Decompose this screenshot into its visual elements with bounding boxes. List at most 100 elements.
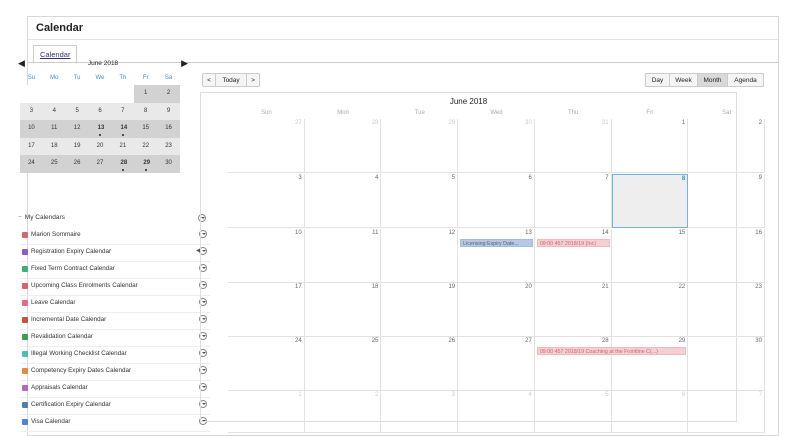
mini-day[interactable]: 8 (134, 103, 157, 121)
calendar-event[interactable]: Licensing Expiry Date... (460, 239, 533, 247)
day-cell[interactable]: 9 (688, 174, 765, 228)
mini-day[interactable]: 25 (42, 155, 66, 173)
mini-day[interactable]: 12 (65, 120, 89, 138)
day-cell[interactable]: 2 (304, 391, 382, 433)
day-cell[interactable]: 2 (688, 119, 765, 173)
view-week-button[interactable]: Week (669, 73, 698, 87)
mini-day[interactable]: 5 (66, 103, 89, 121)
mini-day[interactable]: 21 (111, 138, 134, 156)
mini-day[interactable]: 1 (134, 85, 158, 103)
day-cell[interactable]: 27 (458, 337, 535, 391)
next-period-button[interactable]: > (246, 73, 260, 87)
mini-day[interactable]: 29 (134, 155, 158, 173)
mini-day[interactable]: 6 (89, 103, 112, 121)
view-day-button[interactable]: Day (645, 73, 670, 87)
mini-next-month-icon[interactable]: ▶ (181, 58, 188, 69)
day-cell[interactable]: 30 (688, 337, 765, 391)
day-cell[interactable]: 1 (611, 119, 689, 173)
calendar-list-item[interactable]: Registration Expiry Calendar (22, 247, 207, 258)
day-cell[interactable]: 16 (688, 229, 765, 283)
day-cell[interactable]: 3 (381, 391, 459, 433)
day-cell[interactable]: 31 (534, 119, 612, 173)
mini-day[interactable]: 16 (157, 120, 180, 138)
day-cell[interactable]: 30 (458, 119, 535, 173)
day-cell[interactable]: 5 (381, 174, 459, 228)
day-cell[interactable]: 15 (611, 229, 689, 283)
day-cell[interactable]: 21 (534, 283, 612, 337)
calendar-list-item[interactable]: Visa Calendar (22, 417, 207, 428)
mini-day[interactable]: 7 (111, 103, 134, 121)
calendar-list-item[interactable]: Appraisals Calendar (22, 383, 207, 394)
mini-day[interactable]: 30 (157, 155, 180, 173)
mini-day[interactable]: 10 (20, 120, 43, 138)
day-cell[interactable]: 29 (381, 119, 459, 173)
day-cell[interactable]: 26 (381, 337, 459, 391)
mini-day[interactable]: 15 (134, 120, 158, 138)
day-cell[interactable]: 6 (611, 391, 689, 433)
day-cell[interactable]: 3 (228, 174, 305, 228)
calendar-list-item[interactable]: Upcoming Class Enrolments Calendar (22, 281, 207, 292)
calendar-list-item[interactable]: Leave Calendar (22, 298, 207, 309)
day-cell[interactable]: 12 (381, 229, 459, 283)
calendar-event[interactable]: 09:00 457 2018/19 (Inc) (536, 239, 610, 247)
day-cell[interactable]: 5 (534, 391, 612, 433)
day-cell[interactable]: 14 (534, 229, 612, 283)
day-number: 27 (525, 338, 532, 344)
day-cell[interactable]: 6 (458, 174, 535, 228)
mini-day[interactable]: 2 (157, 85, 180, 103)
day-cell[interactable]: 13 (458, 229, 535, 283)
day-cell[interactable]: 8 (611, 174, 689, 228)
my-calendars-header[interactable]: − My Calendars (18, 214, 65, 221)
mini-day[interactable]: 28 (111, 155, 135, 173)
calendar-list-item[interactable]: Incremental Date Calendar (22, 315, 207, 326)
calendar-list-item[interactable]: Certification Expiry Calendar (22, 400, 207, 411)
day-cell[interactable]: 4 (458, 391, 535, 433)
mini-day[interactable]: 23 (157, 138, 180, 156)
mini-day[interactable]: 22 (134, 138, 157, 156)
day-cell[interactable]: 19 (381, 283, 459, 337)
day-cell[interactable]: 7 (534, 174, 612, 228)
today-button[interactable]: Today (215, 73, 247, 87)
mini-day[interactable]: 11 (42, 120, 66, 138)
mini-weekday-row: Su Mo Tu We Th Fr Sa (20, 75, 180, 81)
day-cell[interactable]: 24 (228, 337, 305, 391)
day-cell[interactable]: 11 (304, 229, 382, 283)
prev-period-button[interactable]: < (202, 73, 216, 87)
day-cell[interactable]: 20 (458, 283, 535, 337)
day-cell[interactable]: 28 (304, 119, 382, 173)
day-cell[interactable]: 23 (688, 283, 765, 337)
calendar-list-item[interactable]: Illegal Working Checklist Calendar (22, 349, 207, 360)
view-month-button[interactable]: Month (697, 73, 728, 87)
day-cell[interactable]: 25 (304, 337, 382, 391)
day-cell[interactable]: 17 (228, 283, 305, 337)
mini-day[interactable]: 24 (20, 155, 43, 173)
day-cell[interactable]: 22 (611, 283, 689, 337)
calendar-list-item[interactable]: Fixed Term Contract Calendar (22, 264, 207, 275)
day-cell[interactable]: 7 (688, 391, 765, 433)
mini-day[interactable]: 26 (65, 155, 89, 173)
day-cell[interactable]: 1 (228, 391, 305, 433)
calendar-list-item[interactable]: Marion Sommaire (22, 230, 207, 241)
day-cell[interactable]: 18 (304, 283, 382, 337)
day-cell[interactable]: 29 (611, 337, 689, 391)
mini-day[interactable]: 13 (88, 120, 112, 138)
mini-day[interactable]: 20 (89, 138, 112, 156)
mini-day[interactable]: 9 (157, 103, 180, 121)
mini-day[interactable]: 14 (111, 120, 135, 138)
calendar-color-swatch (22, 266, 28, 272)
calendar-list-item[interactable]: Competency Expiry Dates Calendar (22, 366, 207, 377)
mini-day[interactable]: 4 (43, 103, 66, 121)
collapse-toggle-icon[interactable]: − (18, 214, 22, 221)
calendar-list-item[interactable]: Revalidation Calendar (22, 332, 207, 343)
mini-day[interactable]: 3 (20, 103, 43, 121)
calendar-event[interactable]: 09:00 457 2018/19 Coaching at the Frontl… (536, 347, 687, 355)
day-cell[interactable]: 28 (534, 337, 612, 391)
view-agenda-button[interactable]: Agenda (727, 73, 764, 87)
day-cell[interactable]: 27 (228, 119, 305, 173)
mini-day[interactable]: 18 (43, 138, 66, 156)
day-cell[interactable]: 10 (228, 229, 305, 283)
day-cell[interactable]: 4 (304, 174, 382, 228)
mini-day[interactable]: 27 (88, 155, 112, 173)
mini-day[interactable]: 17 (20, 138, 43, 156)
mini-day[interactable]: 19 (66, 138, 89, 156)
